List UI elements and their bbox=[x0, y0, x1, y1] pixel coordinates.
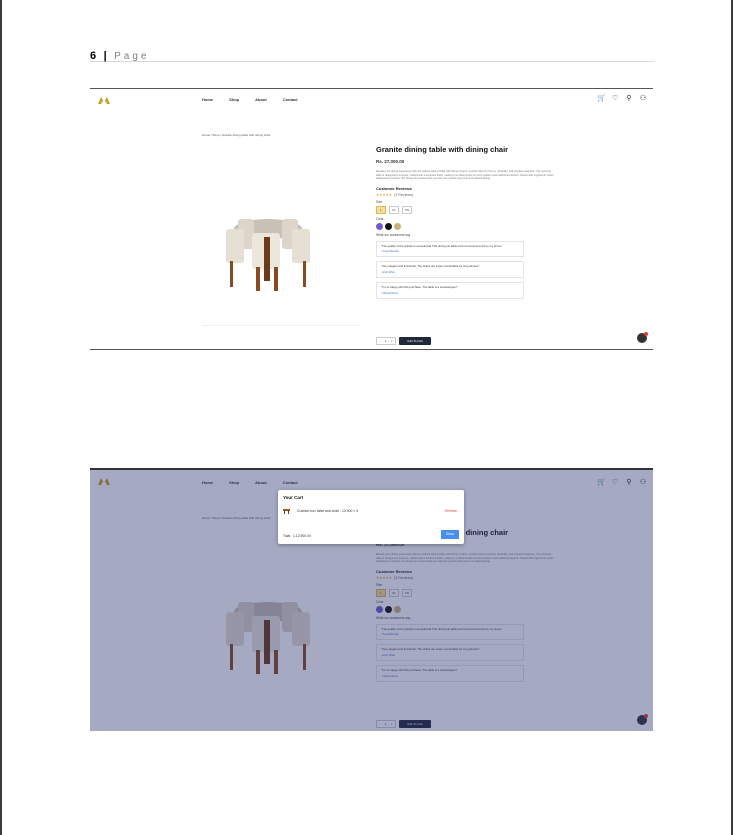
cart-item-label: Cushion box table and chair - 13,900 × 4 bbox=[297, 509, 359, 513]
heart-icon[interactable]: ♡ bbox=[611, 95, 619, 103]
testimonial-text: "The quality of the granite is exception… bbox=[381, 243, 503, 248]
nav-icons: 🛒 ♡ ⚲ ⚇ bbox=[597, 95, 647, 103]
testimonial-author: - Emily White bbox=[381, 270, 396, 274]
testimonial-card: "The quality of the granite is exception… bbox=[376, 240, 524, 258]
remove-button[interactable]: Remove bbox=[445, 509, 457, 513]
page-header: 6 | Page bbox=[90, 46, 654, 62]
testimonials-heading: What our customers say bbox=[376, 232, 411, 237]
site-navbar: Home Shop About Contact 🛒 ♡ ⚲ ⚇ bbox=[90, 89, 653, 111]
rating-stars: ★★★★★ (3 Reviews) bbox=[376, 193, 554, 197]
cart-item-row: Cushion box table and chair - 13,900 × 4… bbox=[283, 508, 459, 516]
search-icon[interactable]: ⚲ bbox=[625, 95, 633, 103]
size-option-l[interactable]: L bbox=[376, 205, 386, 214]
user-icon[interactable]: ⚇ bbox=[639, 95, 647, 103]
qty-minus-button[interactable]: - bbox=[379, 338, 380, 344]
nav-link-home[interactable]: Home bbox=[202, 97, 213, 102]
cart-total: Total : 1,12,900.00 bbox=[283, 534, 311, 538]
reviews-heading: Customer Reviews bbox=[376, 185, 412, 191]
product-title: Granite dining table with dining chair bbox=[376, 145, 509, 154]
quantity-stepper[interactable]: - 1 + bbox=[376, 337, 396, 345]
product-price: Rs. 27,000.00 bbox=[376, 159, 405, 164]
cart-open-screenshot: Home Shop About Contact 🛒 ♡ ⚲ ⚇ Home / S… bbox=[90, 468, 653, 731]
cart-icon[interactable]: 🛒 bbox=[597, 95, 606, 103]
color-swatch-beige[interactable] bbox=[394, 222, 401, 230]
nav-links: Home Shop About Contact bbox=[202, 97, 298, 102]
size-option-xl[interactable]: XL bbox=[389, 205, 399, 214]
testimonial-text: "I'm so happy with this purchase. The ta… bbox=[381, 284, 458, 289]
quantity-row: - 1 + Add To Cart bbox=[376, 337, 431, 345]
image-divider bbox=[202, 325, 360, 326]
review-count: (3 Reviews) bbox=[394, 192, 414, 197]
page-word: Page bbox=[114, 51, 150, 62]
product-image bbox=[226, 219, 310, 291]
qty-plus-button[interactable]: + bbox=[391, 338, 393, 344]
add-to-cart-button[interactable]: Add To Cart bbox=[399, 337, 431, 345]
color-options bbox=[376, 222, 554, 230]
testimonial-card: "Very elegant and functional. The chairs… bbox=[376, 261, 524, 278]
nav-link-about[interactable]: About bbox=[255, 97, 267, 102]
qty-value: 1 bbox=[384, 339, 387, 343]
size-options: L XL XS bbox=[376, 205, 554, 214]
color-label: Color bbox=[376, 216, 384, 221]
cart-item-thumbnail bbox=[283, 509, 290, 514]
page-separator: | bbox=[103, 50, 107, 62]
color-swatch-purple[interactable] bbox=[376, 222, 383, 230]
testimonial-author: - Michael Brown bbox=[381, 291, 399, 295]
size-option-xs[interactable]: XS bbox=[402, 205, 412, 214]
nav-link-contact[interactable]: Contact bbox=[283, 97, 298, 102]
document-page: 6 | Page Home Shop About Contact 🛒 ♡ ⚲ ⚇… bbox=[2, 0, 731, 835]
breadcrumb[interactable]: Home / Shop / Granite dining table with … bbox=[202, 133, 270, 137]
product-description: Elevate your dining experience with the … bbox=[376, 170, 554, 181]
show-cart-button[interactable]: Show bbox=[441, 530, 459, 539]
testimonials-list: "The quality of the granite is exception… bbox=[376, 240, 554, 299]
cart-title: Your Cart bbox=[283, 495, 304, 500]
product-info: Granite dining table with dining chair R… bbox=[376, 145, 554, 299]
color-swatch-black[interactable] bbox=[385, 222, 392, 230]
product-page-screenshot: Home Shop About Contact 🛒 ♡ ⚲ ⚇ Home / S… bbox=[90, 88, 653, 350]
testimonial-text: "Very elegant and functional. The chairs… bbox=[381, 264, 481, 269]
brand-logo-icon[interactable] bbox=[98, 96, 110, 104]
cart-modal: Your Cart Cushion box table and chair - … bbox=[278, 490, 464, 544]
nav-link-shop[interactable]: Shop bbox=[229, 97, 239, 102]
testimonial-card: "I'm so happy with this purchase. The ta… bbox=[376, 281, 524, 299]
size-label: Size bbox=[376, 199, 383, 204]
stars-icon: ★★★★★ bbox=[376, 192, 393, 197]
page-number: 6 bbox=[90, 50, 97, 62]
chat-icon[interactable] bbox=[637, 332, 648, 343]
testimonial-author: - Pooja Bhandari bbox=[381, 250, 399, 254]
